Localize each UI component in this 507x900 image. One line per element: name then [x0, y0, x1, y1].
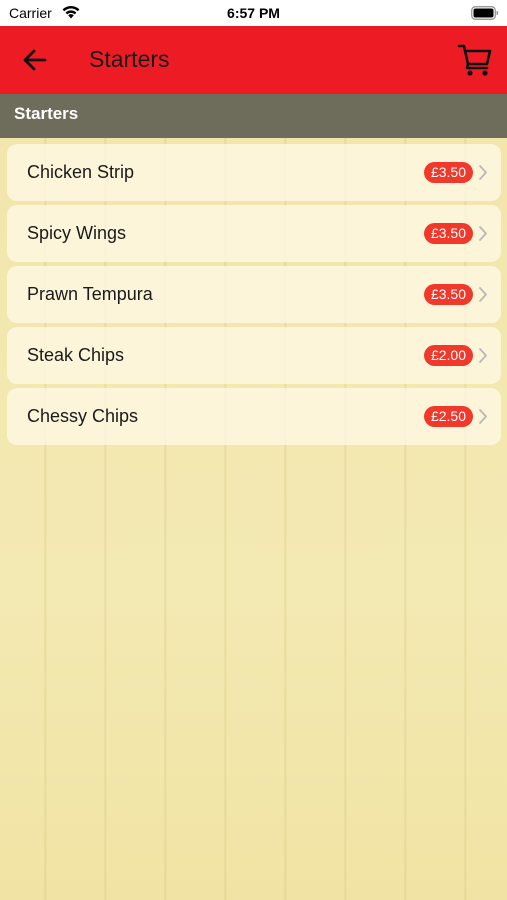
item-name: Steak Chips	[27, 345, 125, 365]
chevron-right-icon	[479, 287, 487, 302]
menu-item[interactable]: Chessy Chips £2.50	[7, 388, 501, 445]
item-name: Prawn Tempura	[27, 284, 153, 304]
cart-icon	[457, 44, 492, 76]
chevron-right-icon	[479, 165, 487, 180]
menu-list: Chicken Strip £3.50 Spicy Wings £3.50 Pr…	[7, 144, 501, 449]
price-badge: £3.50	[424, 162, 473, 183]
item-name: Spicy Wings	[27, 223, 127, 243]
menu-item[interactable]: Spicy Wings £3.50	[7, 205, 501, 262]
back-arrow-icon	[23, 49, 47, 71]
chevron-right-icon	[479, 409, 487, 424]
section-header: Starters	[0, 94, 507, 138]
menu-item[interactable]: Steak Chips £2.00	[7, 327, 501, 384]
chevron-right-icon	[479, 348, 487, 363]
price-badge: £3.50	[424, 284, 473, 305]
page-title: Starters	[89, 46, 170, 72]
price-badge: £3.50	[424, 223, 473, 244]
chevron-right-icon	[479, 226, 487, 241]
cart-button[interactable]	[456, 42, 494, 78]
menu-item[interactable]: Prawn Tempura £3.50	[7, 266, 501, 323]
item-name: Chessy Chips	[27, 406, 139, 426]
clock-label: 6:57 PM	[227, 5, 280, 21]
item-name: Chicken Strip	[27, 162, 135, 182]
navigation-bar: Starters	[0, 26, 507, 94]
menu-item[interactable]: Chicken Strip £3.50	[7, 144, 501, 201]
section-title: Starters	[14, 104, 79, 123]
price-badge: £2.00	[424, 345, 473, 366]
back-button[interactable]	[18, 44, 52, 76]
battery-icon	[471, 6, 499, 20]
status-bar: Carrier 6:57 PM	[0, 0, 507, 26]
price-badge: £2.50	[424, 406, 473, 427]
